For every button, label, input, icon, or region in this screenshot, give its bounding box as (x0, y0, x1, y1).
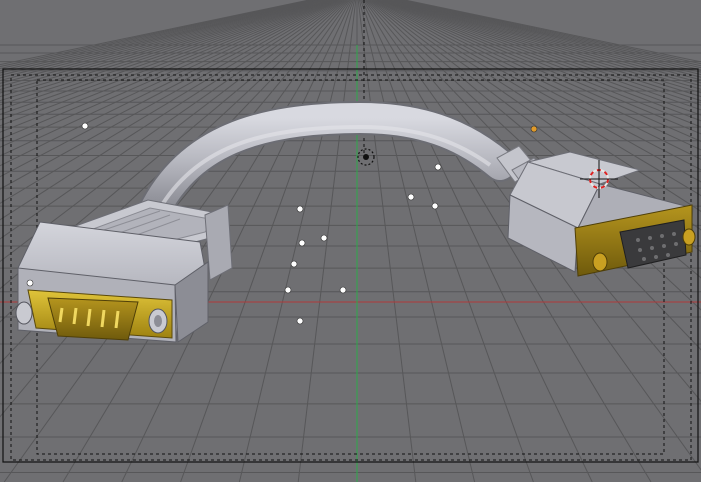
viewport-canvas[interactable] (0, 0, 701, 482)
lamp-icon[interactable] (290, 260, 298, 268)
camera-icon[interactable] (357, 148, 375, 166)
lamp-icon[interactable] (81, 122, 89, 130)
lamp-icon[interactable] (434, 163, 442, 171)
lamp-icon[interactable] (296, 317, 304, 325)
lamp-icon[interactable] (530, 125, 538, 133)
dsub-male-connector[interactable] (15, 199, 233, 343)
lamp-icon[interactable] (298, 239, 306, 247)
grid-line (358, 0, 476, 482)
lamp-icon[interactable] (407, 193, 415, 201)
lamp-icon[interactable] (26, 279, 34, 287)
lamp-icon[interactable] (320, 234, 328, 242)
3d-viewport[interactable] (0, 0, 701, 482)
lamp-icon[interactable] (296, 205, 304, 213)
lamp-icon[interactable] (284, 286, 292, 294)
lamp-icon[interactable] (339, 286, 347, 294)
lamp-icon[interactable] (431, 202, 439, 210)
grid-line (238, 0, 356, 482)
